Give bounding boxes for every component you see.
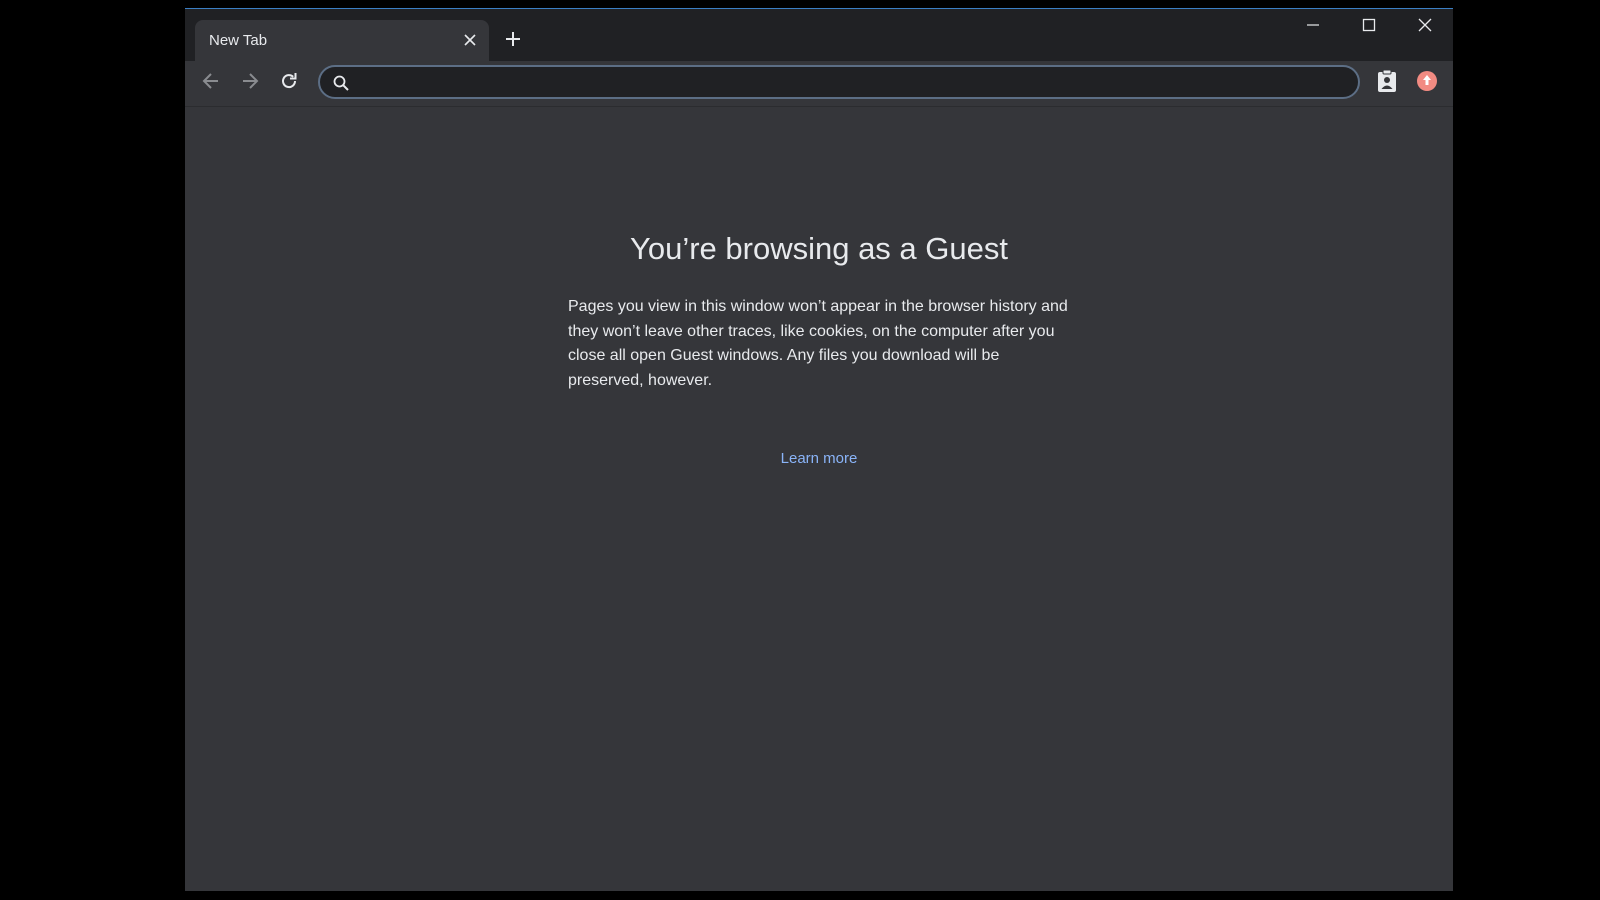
- guest-description: Pages you view in this window won’t appe…: [568, 298, 1068, 389]
- plus-icon: [504, 30, 522, 53]
- learn-more-link[interactable]: Learn more: [781, 450, 858, 467]
- title-bar: New Tab: [185, 9, 1453, 61]
- omnibox[interactable]: [318, 65, 1360, 99]
- extension-button[interactable]: [1371, 67, 1403, 99]
- page-title: You’re browsing as a Guest: [630, 231, 1008, 266]
- clipboard-person-icon: [1376, 69, 1398, 98]
- reload-button[interactable]: [273, 67, 305, 99]
- window-controls: [1285, 9, 1453, 45]
- profile-button[interactable]: [1411, 67, 1443, 99]
- minimize-icon: [1306, 18, 1320, 37]
- browser-window: New Tab You’re browsing as a Guest Pages…: [185, 8, 1453, 891]
- omnibox-input[interactable]: [360, 71, 1344, 95]
- reload-icon: [279, 71, 299, 96]
- guest-page: You’re browsing as a Guest Pages you vie…: [185, 107, 1453, 891]
- toolbar: [185, 61, 1453, 107]
- new-tab-button[interactable]: [499, 27, 527, 55]
- close-icon: [1417, 17, 1433, 38]
- minimize-button[interactable]: [1285, 9, 1341, 45]
- forward-button[interactable]: [234, 67, 266, 99]
- maximize-button[interactable]: [1341, 9, 1397, 45]
- tab-title: New Tab: [209, 32, 268, 49]
- tab-new-tab[interactable]: New Tab: [195, 20, 489, 61]
- arrow-right-icon: [240, 71, 260, 96]
- maximize-icon: [1362, 18, 1376, 37]
- arrow-left-icon: [201, 71, 221, 96]
- learn-more-container: Learn more: [185, 450, 1453, 467]
- search-icon: [332, 74, 350, 92]
- back-button[interactable]: [195, 67, 227, 99]
- close-window-button[interactable]: [1397, 9, 1453, 45]
- profile-avatar-icon: [1416, 70, 1438, 97]
- close-icon[interactable]: [459, 29, 481, 51]
